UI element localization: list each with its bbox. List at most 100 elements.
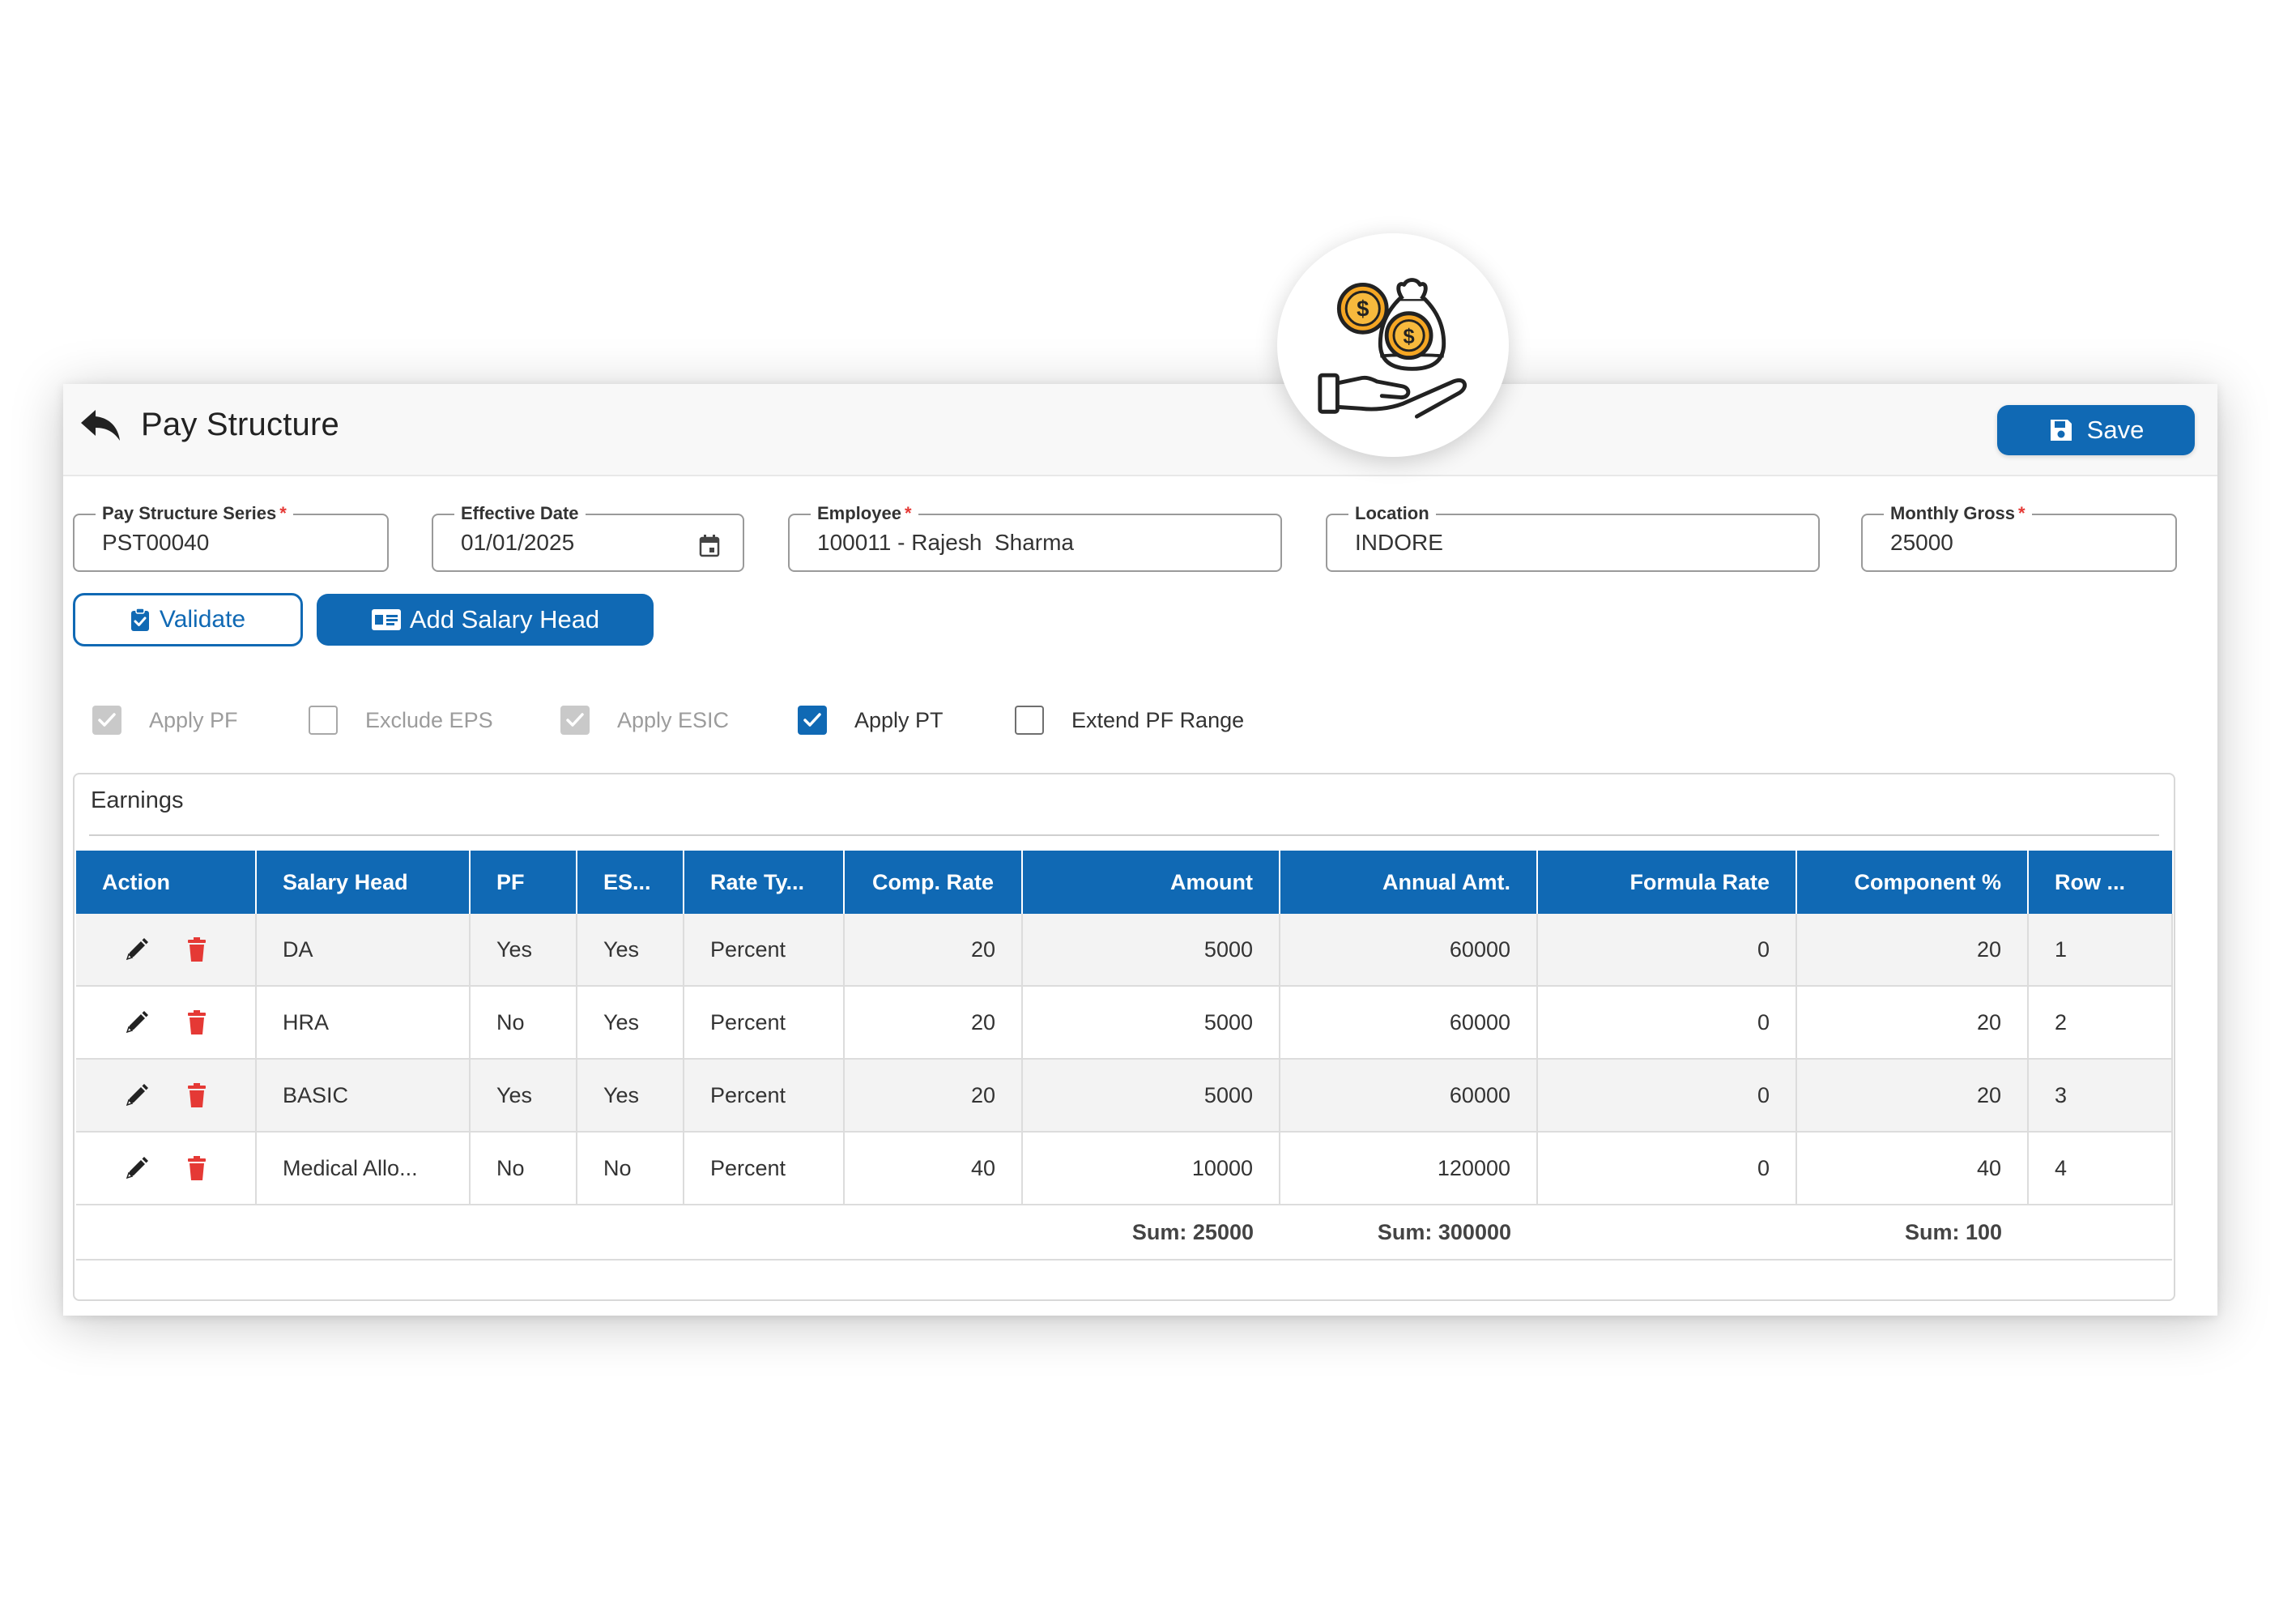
earnings-title: Earnings [91,787,184,813]
comp-rate-cell: 40 [844,1132,1023,1205]
table-row: DA Yes Yes Percent 20 5000 60000 0 20 1 [76,914,2173,987]
back-arrow-icon[interactable] [78,405,123,446]
save-label: Save [2086,416,2145,444]
pay-structure-series-label: Pay Structure Series [102,503,277,523]
annual-amt-cell: 60000 [1280,1059,1538,1133]
trash-icon[interactable] [183,1154,211,1182]
svg-text:$: $ [1357,296,1369,322]
exclude-eps-checkbox: Exclude EPS [309,702,493,738]
edit-pencil-icon[interactable] [123,1081,151,1109]
column-header-action[interactable]: Action [76,851,257,914]
effective-date-label: Effective Date [461,503,579,523]
location-label: Location [1355,503,1429,523]
page-title: Pay Structure [141,407,339,442]
employee-field[interactable]: Employee * 100011 - Rajesh Sharma [788,502,1282,572]
esic-cell: Yes [577,1059,684,1133]
rate-type-cell: Percent [684,986,845,1060]
employee-value: 100011 - Rajesh Sharma [817,530,1074,555]
rate-type-cell: Percent [684,1059,845,1133]
checkbox-unchecked[interactable] [1015,706,1044,735]
edit-pencil-icon[interactable] [123,1154,151,1182]
annual-amt-cell: 120000 [1280,1132,1538,1205]
action-cell [76,914,257,987]
validate-button[interactable]: Validate [73,593,303,646]
column-header-row[interactable]: Row ... [2028,851,2172,914]
pf-cell: Yes [470,1059,577,1133]
extend-pf-range-checkbox[interactable]: Extend PF Range [1015,702,1244,738]
comp-rate-cell: 20 [844,1059,1023,1133]
effective-date-value: 01/01/2025 [461,530,575,555]
save-button[interactable]: Save [1997,405,2195,455]
pay-structure-card: Pay Structure Save Pay Structure Series *… [63,384,2217,1316]
sum-annual-amt: Sum: 300000 [1280,1205,1537,1261]
add-salary-head-label: Add Salary Head [409,605,600,633]
salary-head-cell: HRA [256,986,471,1060]
sum-component-pct: Sum: 100 [1796,1205,2028,1261]
column-header-salary-head[interactable]: Salary Head [256,851,471,914]
component-pct-cell: 20 [1796,914,2029,987]
card-header: Pay Structure Save [63,384,2217,476]
calendar-icon[interactable] [699,535,720,557]
column-header-amount[interactable]: Amount [1022,851,1280,914]
required-marker: * [2018,503,2026,523]
validate-label: Validate [159,606,246,633]
column-header-formula-rate[interactable]: Formula Rate [1537,851,1797,914]
formula-rate-cell: 0 [1537,914,1797,987]
apply-pf-label: Apply PF [149,707,238,732]
salary-head-cell: BASIC [256,1059,471,1133]
comp-rate-cell: 20 [844,986,1023,1060]
apply-esic-checkbox: Apply ESIC [560,702,729,738]
pay-structure-series-value: PST00040 [102,530,210,555]
required-marker: * [279,503,287,523]
row-cell: 3 [2028,1059,2173,1133]
salary-head-cell: DA [256,914,471,987]
amount-cell: 5000 [1022,914,1280,987]
column-header-comp-rate[interactable]: Comp. Rate [844,851,1023,914]
required-marker: * [904,503,912,523]
formula-rate-cell: 0 [1537,986,1797,1060]
employee-label: Employee [817,503,901,523]
edit-pencil-icon[interactable] [123,1009,151,1036]
trash-icon[interactable] [183,936,211,963]
action-cell [76,986,257,1060]
row-cell: 1 [2028,914,2173,987]
extend-pf-range-label: Extend PF Range [1071,707,1245,732]
apply-pf-checkbox: Apply PF [92,702,238,738]
table-row: HRA No Yes Percent 20 5000 60000 0 20 2 [76,986,2173,1060]
component-pct-cell: 20 [1796,1059,2029,1133]
location-value: INDORE [1355,530,1443,555]
table-row: BASIC Yes Yes Percent 20 5000 60000 0 20… [76,1059,2173,1133]
column-header-esic[interactable]: ES... [577,851,684,914]
location-field[interactable]: Location INDORE [1326,502,1820,572]
svg-text:$: $ [1404,326,1415,348]
pf-cell: Yes [470,914,577,987]
pf-cell: No [470,1132,577,1205]
apply-pt-checkbox[interactable]: Apply PT [798,702,944,738]
column-header-annual-amt[interactable]: Annual Amt. [1280,851,1538,914]
checkbox-checked-disabled [92,706,121,735]
formula-rate-cell: 0 [1537,1132,1797,1205]
column-header-component-pct[interactable]: Component % [1796,851,2029,914]
monthly-gross-field[interactable]: Monthly Gross * 25000 [1861,502,2177,572]
column-header-pf[interactable]: PF [470,851,577,914]
esic-cell: Yes [577,914,684,987]
pay-structure-series-field[interactable]: Pay Structure Series * PST00040 [73,502,389,572]
row-cell: 2 [2028,986,2173,1060]
apply-esic-label: Apply ESIC [617,707,730,732]
comp-rate-cell: 20 [844,914,1023,987]
effective-date-field[interactable]: Effective Date 01/01/2025 [432,502,744,572]
action-cell [76,1132,257,1205]
checkbox-checked[interactable] [798,706,827,735]
rate-type-cell: Percent [684,1132,845,1205]
trash-icon[interactable] [183,1081,211,1109]
checkbox-unchecked-disabled [309,706,338,735]
add-salary-head-button[interactable]: Add Salary Head [317,594,654,646]
column-header-rate-type[interactable]: Rate Ty... [684,851,845,914]
salary-head-cell: Medical Allo... [256,1132,471,1205]
annual-amt-cell: 60000 [1280,986,1538,1060]
edit-pencil-icon[interactable] [123,936,151,963]
trash-icon[interactable] [183,1009,211,1036]
esic-cell: No [577,1132,684,1205]
annual-amt-cell: 60000 [1280,914,1538,987]
amount-cell: 5000 [1022,986,1280,1060]
